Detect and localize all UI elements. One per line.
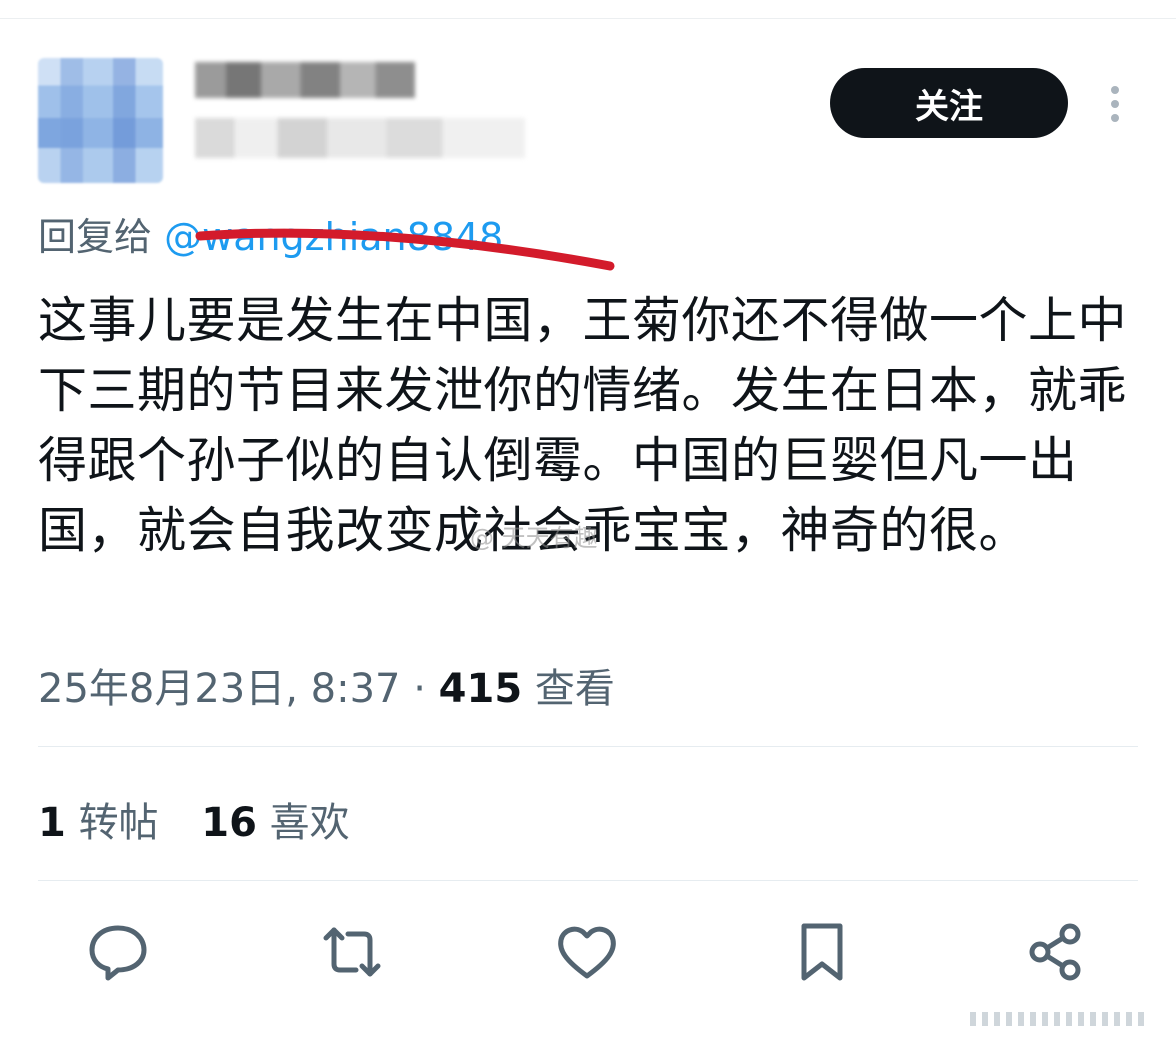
- retweets-count: 1: [38, 800, 66, 846]
- meta-separator: ·: [413, 666, 426, 712]
- views-label: 查看: [534, 666, 615, 712]
- likes-count: 16: [201, 800, 257, 846]
- reply-icon[interactable]: [86, 920, 150, 984]
- likes-label: 喜欢: [269, 800, 350, 846]
- bottom-watermark-strip: [970, 1012, 1150, 1026]
- watermark: @ 天天有趣: [470, 524, 598, 552]
- divider: [38, 746, 1138, 747]
- tweet-meta: 25年8月23日, 8:37 · 415 查看: [38, 656, 615, 714]
- avatar[interactable]: [38, 58, 163, 183]
- display-name-blurred[interactable]: [195, 62, 415, 98]
- share-icon[interactable]: [1024, 920, 1088, 984]
- more-icon[interactable]: [1103, 82, 1127, 126]
- views-count: 415: [438, 666, 523, 712]
- divider: [38, 880, 1138, 881]
- top-divider: [0, 18, 1176, 19]
- red-scribble-annotation: [195, 228, 615, 271]
- engagement-stats: 1 转帖 16 喜欢: [38, 790, 350, 848]
- retweets-label: 转帖: [78, 800, 159, 846]
- likes-stat[interactable]: 16 喜欢: [201, 800, 349, 846]
- reply-prefix: 回复给: [38, 215, 153, 259]
- bookmark-icon[interactable]: [790, 920, 854, 984]
- retweet-icon[interactable]: [320, 920, 384, 984]
- follow-button[interactable]: 关注: [830, 68, 1068, 138]
- timestamp[interactable]: 25年8月23日, 8:37: [38, 666, 401, 712]
- like-icon[interactable]: [555, 920, 619, 984]
- retweets-stat[interactable]: 1 转帖: [38, 800, 159, 846]
- user-handle-blurred[interactable]: [195, 118, 525, 158]
